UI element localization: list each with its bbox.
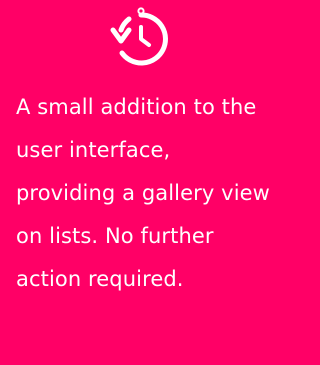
change-card: A small addition to the user interface, … (0, 0, 284, 365)
change-description: A small addition to the user interface, … (16, 95, 270, 291)
history-clock-icon (109, 5, 173, 69)
